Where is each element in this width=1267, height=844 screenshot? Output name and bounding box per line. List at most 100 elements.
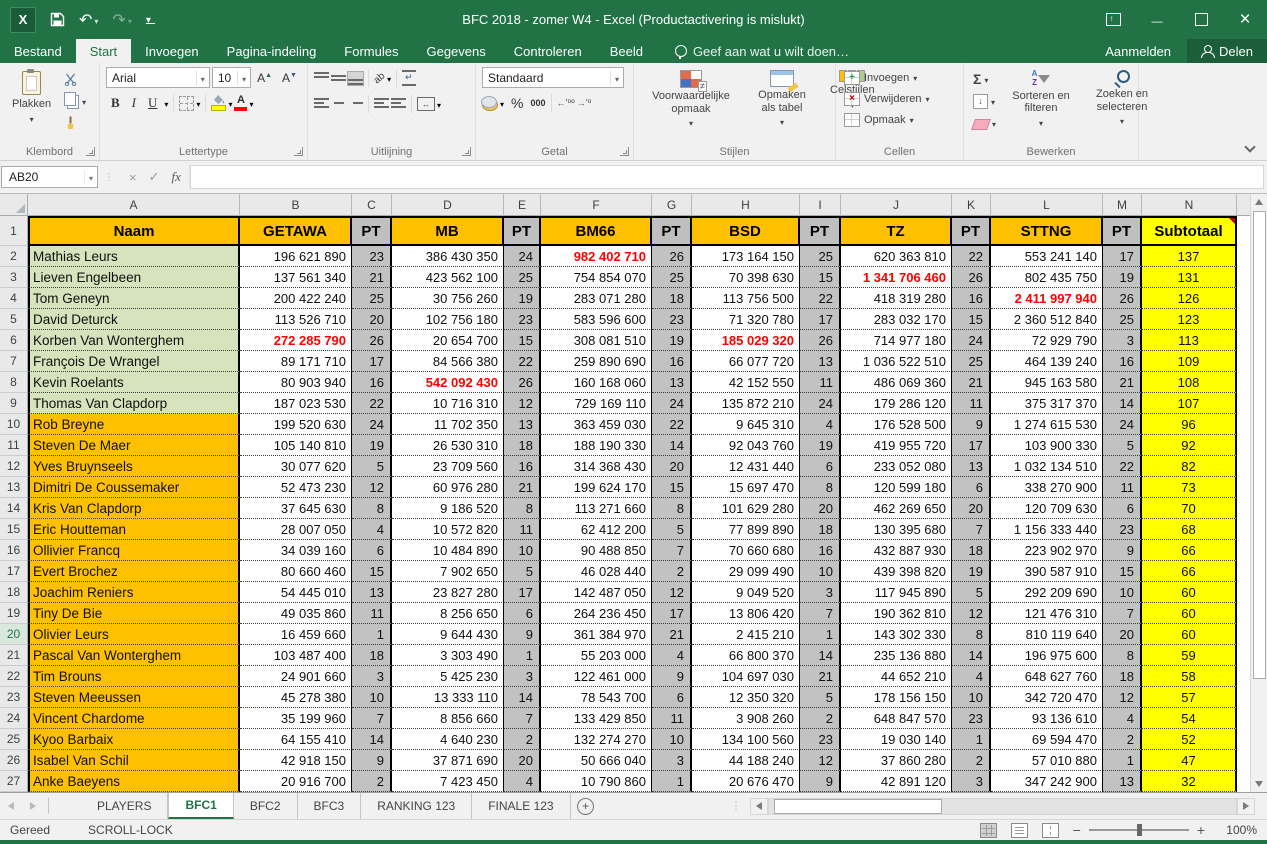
cell-M10[interactable]: 24 <box>1103 414 1142 435</box>
cell-H12[interactable]: 12 431 440 <box>692 456 800 477</box>
cell-D21[interactable]: 3 303 490 <box>392 645 504 666</box>
cell-K27[interactable]: 3 <box>952 771 991 792</box>
cell-G23[interactable]: 6 <box>652 687 692 708</box>
cell-D20[interactable]: 9 644 430 <box>392 624 504 645</box>
cell-G10[interactable]: 22 <box>652 414 692 435</box>
header-cell-B1[interactable]: GETAWA <box>240 216 352 246</box>
cell-A16[interactable]: Ollivier Francq <box>28 540 240 561</box>
font-size-select[interactable]: 10 <box>212 67 251 88</box>
cell-L22[interactable]: 648 627 760 <box>991 666 1103 687</box>
cell-N14[interactable]: 70 <box>1142 498 1237 519</box>
cell-K6[interactable]: 24 <box>952 330 991 351</box>
cell-K15[interactable]: 7 <box>952 519 991 540</box>
cell-A12[interactable]: Yves Bruynseels <box>28 456 240 477</box>
cell-F25[interactable]: 132 274 270 <box>541 729 652 750</box>
horizontal-scroll-track[interactable] <box>768 798 1237 815</box>
scroll-up-arrow[interactable] <box>1251 194 1267 210</box>
cell-I19[interactable]: 7 <box>800 603 841 624</box>
menu-tab-gegevens[interactable]: Gegevens <box>412 39 499 63</box>
cell-N2[interactable]: 137 <box>1142 246 1237 267</box>
cell-A11[interactable]: Steven De Maer <box>28 435 240 456</box>
cell-K4[interactable]: 16 <box>952 288 991 309</box>
lettertype-dialog-launcher[interactable] <box>294 147 303 156</box>
cell-L16[interactable]: 223 902 970 <box>991 540 1103 561</box>
column-header-E[interactable]: E <box>504 194 541 216</box>
minimize-button[interactable] <box>1135 0 1179 39</box>
cell-C22[interactable]: 3 <box>352 666 392 687</box>
collapse-ribbon-icon[interactable] <box>1246 145 1255 154</box>
shrink-font-icon[interactable]: A▼ <box>278 71 301 85</box>
cell-M2[interactable]: 17 <box>1103 246 1142 267</box>
sheet-tab-bfc3[interactable]: BFC3 <box>298 793 362 819</box>
align-left-icon[interactable] <box>314 98 329 111</box>
cell-K19[interactable]: 12 <box>952 603 991 624</box>
align-bottom-icon[interactable] <box>348 72 363 85</box>
cell-A26[interactable]: Isabel Van Schil <box>28 750 240 771</box>
cell-N16[interactable]: 66 <box>1142 540 1237 561</box>
cell-H16[interactable]: 70 660 680 <box>692 540 800 561</box>
cell-J14[interactable]: 462 269 650 <box>841 498 952 519</box>
cell-N7[interactable]: 109 <box>1142 351 1237 372</box>
cell-D17[interactable]: 7 902 650 <box>392 561 504 582</box>
cell-J11[interactable]: 419 955 720 <box>841 435 952 456</box>
row-header-11[interactable]: 11 <box>0 435 28 456</box>
row-header-15[interactable]: 15 <box>0 519 28 540</box>
cell-C2[interactable]: 23 <box>352 246 392 267</box>
cell-E13[interactable]: 21 <box>504 477 541 498</box>
row-header-20[interactable]: 20 <box>0 624 28 645</box>
align-right-icon[interactable] <box>348 98 363 111</box>
cell-I22[interactable]: 21 <box>800 666 841 687</box>
cell-A17[interactable]: Evert Brochez <box>28 561 240 582</box>
cell-M4[interactable]: 26 <box>1103 288 1142 309</box>
row-header-19[interactable]: 19 <box>0 603 28 624</box>
cell-I5[interactable]: 17 <box>800 309 841 330</box>
cell-J26[interactable]: 37 860 280 <box>841 750 952 771</box>
cell-M8[interactable]: 21 <box>1103 372 1142 393</box>
header-cell-I1[interactable]: PT <box>800 216 841 246</box>
cell-N18[interactable]: 60 <box>1142 582 1237 603</box>
cell-M27[interactable]: 13 <box>1103 771 1142 792</box>
cell-I16[interactable]: 16 <box>800 540 841 561</box>
cell-N11[interactable]: 92 <box>1142 435 1237 456</box>
cell-G12[interactable]: 20 <box>652 456 692 477</box>
cell-K16[interactable]: 18 <box>952 540 991 561</box>
cell-H15[interactable]: 77 899 890 <box>692 519 800 540</box>
cell-F8[interactable]: 160 168 060 <box>541 372 652 393</box>
cell-F10[interactable]: 363 459 030 <box>541 414 652 435</box>
cell-N25[interactable]: 52 <box>1142 729 1237 750</box>
insert-cells-button[interactable]: +Invoegen <box>842 67 957 88</box>
cell-E10[interactable]: 13 <box>504 414 541 435</box>
cell-F14[interactable]: 113 271 660 <box>541 498 652 519</box>
redo-button[interactable]: ↷ <box>112 10 131 30</box>
cell-J17[interactable]: 439 398 820 <box>841 561 952 582</box>
cell-G19[interactable]: 17 <box>652 603 692 624</box>
cell-A24[interactable]: Vincent Chardome <box>28 708 240 729</box>
cell-K7[interactable]: 25 <box>952 351 991 372</box>
cell-C3[interactable]: 21 <box>352 267 392 288</box>
view-page-break-button[interactable] <box>1042 823 1059 838</box>
row-header-4[interactable]: 4 <box>0 288 28 309</box>
cell-G2[interactable]: 26 <box>652 246 692 267</box>
cell-M3[interactable]: 19 <box>1103 267 1142 288</box>
cell-B25[interactable]: 64 155 410 <box>240 729 352 750</box>
cell-F21[interactable]: 55 203 000 <box>541 645 652 666</box>
row-header-8[interactable]: 8 <box>0 372 28 393</box>
cell-A15[interactable]: Eric Houtteman <box>28 519 240 540</box>
cell-H17[interactable]: 29 099 490 <box>692 561 800 582</box>
cell-F11[interactable]: 188 190 330 <box>541 435 652 456</box>
cell-K22[interactable]: 4 <box>952 666 991 687</box>
save-button[interactable] <box>50 12 65 27</box>
cell-E25[interactable]: 2 <box>504 729 541 750</box>
cell-F22[interactable]: 122 461 000 <box>541 666 652 687</box>
cell-H22[interactable]: 104 697 030 <box>692 666 800 687</box>
cell-G14[interactable]: 8 <box>652 498 692 519</box>
cell-A25[interactable]: Kyoo Barbaix <box>28 729 240 750</box>
cell-G13[interactable]: 15 <box>652 477 692 498</box>
uitlijning-dialog-launcher[interactable] <box>462 147 471 156</box>
menu-tab-beeld[interactable]: Beeld <box>596 39 657 63</box>
cell-L13[interactable]: 338 270 900 <box>991 477 1103 498</box>
cell-E2[interactable]: 24 <box>504 246 541 267</box>
cell-B14[interactable]: 37 645 630 <box>240 498 352 519</box>
align-top-icon[interactable] <box>314 72 329 85</box>
grow-font-icon[interactable]: A▲ <box>253 71 276 85</box>
